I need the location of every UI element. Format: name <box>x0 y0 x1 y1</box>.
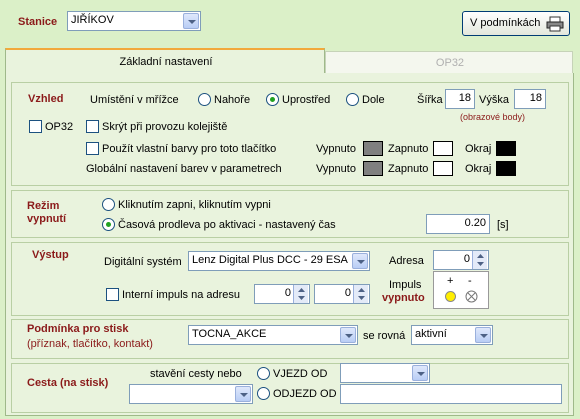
radio-bottom-label: Dole <box>362 94 385 106</box>
rezim-title-1: Režim <box>27 200 60 212</box>
own-border-label: Okraj <box>465 143 492 155</box>
global-on-label: Zapnuto <box>388 163 429 175</box>
chevron-down-icon[interactable] <box>475 327 491 343</box>
global-on-swatch <box>433 161 453 176</box>
state-value: aktivní <box>415 328 447 340</box>
route-select[interactable] <box>129 384 253 404</box>
podminka-subtitle: (příznak, tlačítko, kontakt) <box>27 338 153 350</box>
spinner-icon[interactable] <box>293 285 308 303</box>
radio-top[interactable] <box>198 93 211 106</box>
chevron-down-icon[interactable] <box>412 365 428 381</box>
width-input[interactable]: 18 <box>445 89 475 109</box>
address-label: Adresa <box>389 255 424 267</box>
rezim-title-2: vypnutí <box>27 213 67 225</box>
global-border-swatch <box>496 161 516 176</box>
plus-label: + <box>447 275 454 287</box>
station-value: JIŘÍKOV <box>71 14 114 26</box>
global-border-label: Okraj <box>465 163 492 175</box>
tab-op32[interactable]: OP32 <box>325 51 573 74</box>
station-select[interactable]: JIŘÍKOV <box>67 11 201 31</box>
own-colors-label: Použít vlastní barvy pro toto tlačítko <box>102 143 277 155</box>
tab-basic-label: Základní nastavení <box>119 56 213 68</box>
conditions-button[interactable]: V podmínkách <box>462 11 570 36</box>
entry-select[interactable] <box>340 363 430 383</box>
vystup-title: Výstup <box>32 249 69 261</box>
hide-checkbox[interactable] <box>86 120 99 133</box>
entry-label: VJEZD OD <box>273 368 328 380</box>
spinner-icon[interactable] <box>353 285 368 303</box>
width-label: Šířka <box>417 94 443 106</box>
condition-select[interactable]: TOCNA_AKCE <box>188 325 358 345</box>
spinner-icon[interactable] <box>472 251 487 269</box>
minus-led-icon <box>465 290 478 303</box>
exit-label: ODJEZD OD <box>273 388 337 400</box>
vzhled-title: Vzhled <box>28 93 64 105</box>
digital-system-value: Lenz Digital Plus DCC - 29 ESA <box>192 254 348 266</box>
delay-input[interactable]: 0.20 <box>426 214 490 234</box>
chevron-down-icon[interactable] <box>235 386 251 402</box>
internal-impulse-checkbox[interactable] <box>106 288 119 301</box>
own-off-label: Vypnuto <box>316 143 356 155</box>
global-off-label: Vypnuto <box>316 163 356 175</box>
minus-label: - <box>468 275 472 287</box>
radio-middle-label: Uprostřed <box>282 94 331 106</box>
radio-click-toggle-label: Kliknutím zapni, kliknutím vypni <box>118 199 271 211</box>
impulse-state-label: vypnuto <box>382 292 425 304</box>
radio-middle[interactable] <box>266 93 279 106</box>
tab-basic[interactable]: Základní nastavení <box>5 48 325 74</box>
global-colors-label: Globální nastavení barev v parametrech <box>86 163 282 175</box>
radio-bottom[interactable] <box>346 93 359 106</box>
radio-delay[interactable] <box>102 218 115 231</box>
cesta-title: Cesta (na stisk) <box>27 377 109 389</box>
own-on-label: Zapnuto <box>388 143 429 155</box>
digital-system-select[interactable]: Lenz Digital Plus DCC - 29 ESA <box>188 251 370 271</box>
podminka-title: Podmínka pro stisk <box>27 323 129 335</box>
radio-top-label: Nahoře <box>214 94 251 106</box>
own-border-swatch[interactable] <box>496 141 516 156</box>
station-label: Stanice <box>18 16 58 28</box>
chevron-down-icon[interactable] <box>183 13 199 29</box>
condition-value: TOCNA_AKCE <box>192 328 267 340</box>
height-label: Výška <box>479 94 509 106</box>
op32-checkbox[interactable] <box>29 120 42 133</box>
own-colors-checkbox[interactable] <box>86 142 99 155</box>
grid-label: Umístění v mřížce <box>90 94 179 106</box>
digital-label: Digitální systém <box>104 256 182 268</box>
global-off-swatch <box>363 161 383 176</box>
op32-label: OP32 <box>45 121 74 133</box>
radio-entry[interactable] <box>257 367 270 380</box>
hide-label: Skrýt při provozu kolejiště <box>102 121 228 133</box>
printer-icon <box>546 16 564 32</box>
impulse-label: Impuls <box>389 279 422 291</box>
radio-exit[interactable] <box>257 387 270 400</box>
route-label: stavění cesty nebo <box>150 368 242 380</box>
own-off-swatch[interactable] <box>363 141 383 156</box>
units-note: (obrazové body) <box>460 112 526 122</box>
equals-label: se rovná <box>363 330 406 342</box>
plus-led-icon <box>445 291 456 302</box>
exit-input[interactable] <box>340 384 562 404</box>
chevron-down-icon[interactable] <box>352 253 368 269</box>
radio-delay-label: Časová prodleva po aktivaci - nastavený … <box>118 219 336 231</box>
height-input[interactable]: 18 <box>514 89 546 109</box>
own-on-swatch[interactable] <box>433 141 453 156</box>
chevron-down-icon[interactable] <box>340 327 356 343</box>
internal-impulse-label: Interní impuls na adresu <box>122 289 241 301</box>
tab-op32-label: OP32 <box>435 57 465 69</box>
state-select[interactable]: aktivní <box>411 325 493 345</box>
delay-unit: [s] <box>497 219 509 231</box>
radio-click-toggle[interactable] <box>102 198 115 211</box>
impulse-indicator: + - <box>433 271 489 309</box>
conditions-button-label: V podmínkách <box>470 17 541 29</box>
